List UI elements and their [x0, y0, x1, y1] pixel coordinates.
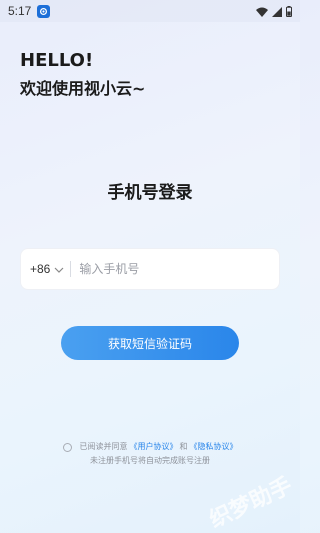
divider	[70, 261, 72, 277]
agreement-prefix: 已阅读并同意	[79, 442, 128, 451]
wifi-icon	[256, 2, 268, 21]
greeting: HELLO! 欢迎使用视小云~	[20, 50, 145, 100]
watermark: 织梦助手	[205, 473, 297, 533]
country-code-selector[interactable]: +86	[21, 262, 64, 276]
status-right	[256, 2, 292, 21]
privacy-agreement-link[interactable]: 《隐私协议》	[190, 440, 238, 454]
status-bar: 5:17	[0, 0, 300, 22]
greeting-hello: HELLO!	[20, 50, 94, 71]
chevron-down-icon	[54, 262, 64, 276]
country-code: +86	[30, 262, 51, 276]
login-title: 手机号登录	[107, 183, 193, 203]
user-agreement-link[interactable]: 《用户协议》	[130, 440, 178, 454]
agreement: 已阅读并同意 《用户协议》 和 《隐私协议》 未注册手机号将自动完成账号注册	[0, 440, 300, 468]
status-left: 5:17	[8, 4, 51, 18]
agreement-and: 和	[179, 442, 188, 451]
signal-icon	[272, 2, 282, 21]
phone-input[interactable]	[79, 262, 260, 276]
agreement-line: 已阅读并同意 《用户协议》 和 《隐私协议》	[0, 440, 300, 454]
battery-icon	[286, 2, 292, 21]
status-time: 5:17	[8, 4, 32, 18]
agree-checkbox[interactable]	[62, 442, 72, 452]
phone-input-box[interactable]: +86	[20, 248, 280, 290]
app-notification-icon	[37, 4, 51, 18]
registration-note: 未注册手机号将自动完成账号注册	[90, 456, 210, 465]
greeting-welcome: 欢迎使用视小云~	[20, 79, 146, 98]
get-code-button[interactable]: 获取短信验证码	[61, 326, 239, 360]
